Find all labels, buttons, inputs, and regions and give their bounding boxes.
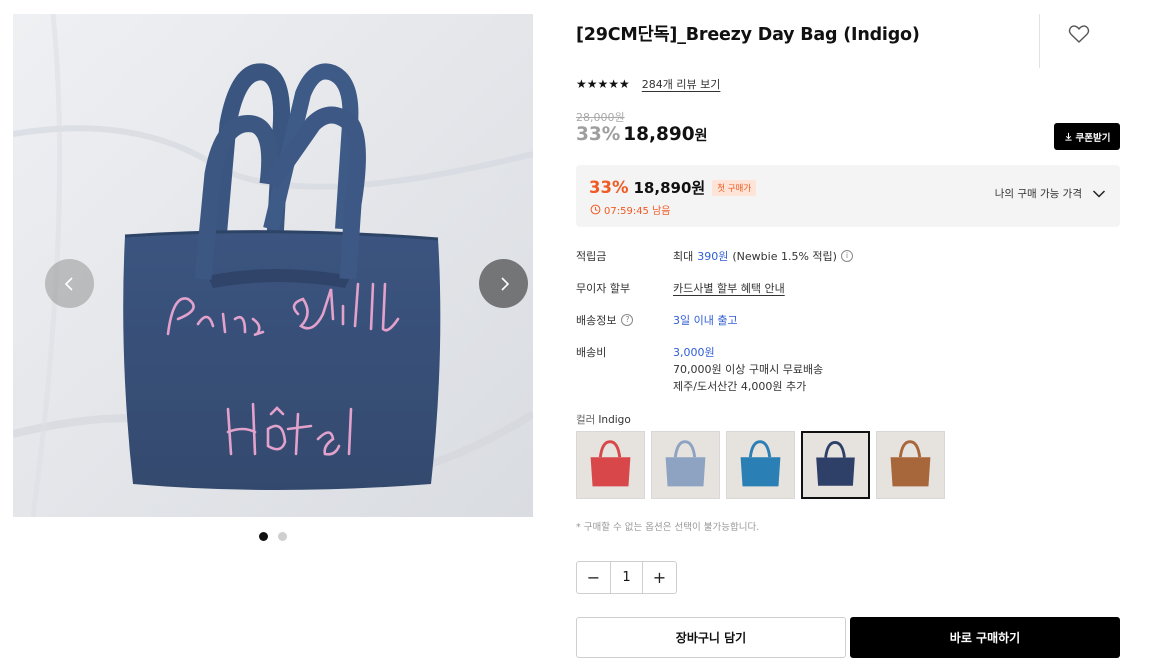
quantity-decrease-button[interactable]: − bbox=[577, 562, 610, 593]
chevron-right-icon bbox=[500, 276, 509, 291]
timer-text: 07:59:45 남음 bbox=[604, 206, 671, 217]
add-to-cart-button[interactable]: 장바구니 담기 bbox=[576, 617, 846, 658]
rating-row: ★★★★★ 284개 리뷰 보기 bbox=[576, 76, 720, 92]
my-price-value: 18,890원 bbox=[633, 179, 706, 197]
points-amount: 390원 bbox=[697, 250, 729, 263]
color-swatch-4[interactable] bbox=[801, 431, 870, 499]
header-divider bbox=[1039, 14, 1040, 68]
shipping-fee-value: 3,000원 bbox=[673, 346, 715, 359]
color-label-text: 컬러 bbox=[576, 414, 596, 426]
points-value-row: 최대 390원 (Newbie 1.5% 적립) i bbox=[673, 248, 853, 264]
price-unit: 원 bbox=[694, 128, 708, 144]
price-row: 33% 18,890 원 bbox=[576, 124, 708, 145]
gallery-prev-button[interactable] bbox=[45, 259, 94, 308]
option-notice: * 구매할 수 없는 옵션은 선택이 불가능합니다. bbox=[576, 522, 760, 533]
my-price-box: 33% 18,890원 첫 구매가 07:59:45 남음 나의 구매 가능 가… bbox=[576, 165, 1120, 227]
shipping-fee-note-island: 제주/도서산간 4,000원 추가 bbox=[673, 380, 807, 393]
color-swatch-3[interactable] bbox=[726, 431, 795, 499]
quantity-value[interactable]: 1 bbox=[610, 562, 643, 593]
gallery-next-button[interactable] bbox=[479, 259, 528, 308]
shipping-info-value: 3일 이내 출고 bbox=[673, 314, 738, 327]
swatch-thumbnail bbox=[577, 432, 644, 498]
product-photo bbox=[13, 14, 533, 517]
color-option-label: 컬러 Indigo bbox=[576, 412, 631, 427]
gallery-dot-2[interactable] bbox=[278, 532, 287, 541]
buy-now-button[interactable]: 바로 구매하기 bbox=[850, 617, 1120, 658]
points-label: 적립금 bbox=[576, 250, 607, 263]
installment-link[interactable]: 카드사별 할부 혜택 안내 bbox=[673, 280, 785, 296]
sale-price: 18,890 bbox=[623, 124, 695, 145]
color-swatch-2[interactable] bbox=[651, 431, 720, 499]
color-swatches bbox=[576, 431, 945, 499]
my-price-discount: 33% bbox=[589, 178, 629, 197]
coupon-button-label: 쿠폰받기 bbox=[1075, 132, 1111, 144]
shipping-fee-label: 배송비 bbox=[576, 346, 607, 359]
quantity-increase-button[interactable]: + bbox=[643, 562, 676, 593]
gallery-dot-1[interactable] bbox=[259, 532, 268, 541]
points-prefix: 최대 bbox=[673, 250, 694, 263]
my-price-toggle[interactable]: 나의 구매 가능 가격 bbox=[995, 186, 1106, 201]
discount-rate: 33% bbox=[576, 124, 621, 145]
review-link[interactable]: 284개 리뷰 보기 bbox=[642, 76, 721, 92]
wishlist-button[interactable] bbox=[1067, 22, 1091, 46]
shipping-info-label-row: 배송정보 ? bbox=[576, 312, 634, 328]
heart-icon bbox=[1068, 25, 1090, 43]
color-swatch-1[interactable] bbox=[576, 431, 645, 499]
shipping-fee-note-free: 70,000원 이상 구매시 무료배송 bbox=[673, 363, 824, 376]
my-price-row: 33% 18,890원 첫 구매가 bbox=[589, 177, 757, 198]
product-title: [29CM단독]_Breezy Day Bag (Indigo) bbox=[576, 25, 920, 45]
chevron-left-icon bbox=[64, 276, 73, 291]
help-icon[interactable]: ? bbox=[621, 314, 634, 326]
shipping-info-label: 배송정보 bbox=[576, 314, 617, 327]
product-image-gallery bbox=[13, 14, 533, 517]
color-selected-value: Indigo bbox=[598, 414, 631, 426]
chevron-down-icon bbox=[1092, 189, 1106, 198]
my-price-timer: 07:59:45 남음 bbox=[590, 202, 671, 217]
gallery-pagination bbox=[259, 532, 287, 541]
download-icon bbox=[1064, 132, 1072, 141]
my-price-toggle-label: 나의 구매 가능 가격 bbox=[994, 188, 1082, 200]
clock-icon bbox=[590, 204, 601, 215]
product-info-panel: [29CM단독]_Breezy Day Bag (Indigo) ★★★★★ 2… bbox=[576, 0, 1120, 669]
swatch-thumbnail bbox=[652, 432, 719, 498]
quantity-stepper: − 1 + bbox=[576, 561, 677, 594]
color-swatch-5[interactable] bbox=[876, 431, 945, 499]
swatch-thumbnail bbox=[727, 432, 794, 498]
swatch-thumbnail bbox=[803, 433, 868, 497]
first-purchase-badge: 첫 구매가 bbox=[712, 179, 757, 196]
original-price: 28,000원 bbox=[576, 111, 625, 124]
installment-label: 무이자 할부 bbox=[576, 282, 631, 295]
star-rating: ★★★★★ bbox=[576, 77, 630, 91]
coupon-button[interactable]: 쿠폰받기 bbox=[1054, 123, 1120, 150]
info-icon[interactable]: i bbox=[840, 250, 853, 262]
swatch-thumbnail bbox=[877, 432, 944, 498]
points-suffix: (Newbie 1.5% 적립) bbox=[732, 250, 837, 263]
